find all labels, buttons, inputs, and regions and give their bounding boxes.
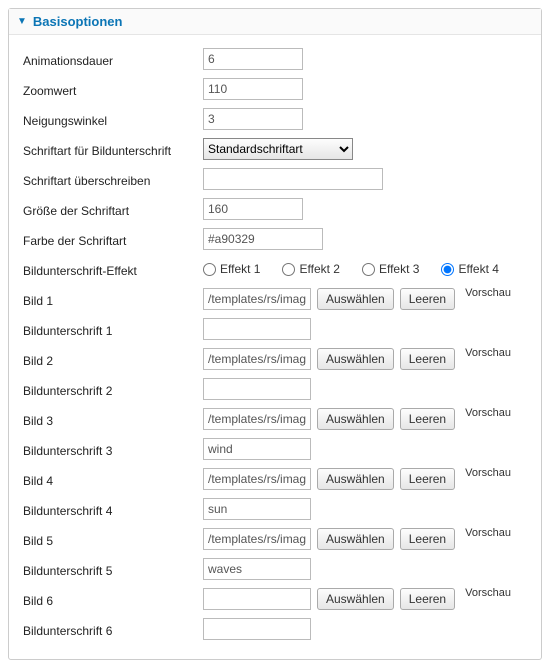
bild1-vorschau-link[interactable]: Vorschau	[465, 287, 511, 299]
label-effekt: Bildunterschrift-Effekt	[23, 261, 203, 278]
bildunterschrift5-input[interactable]	[203, 558, 311, 580]
bild2-auswaehlen-button[interactable]: Auswählen	[317, 348, 394, 370]
bild2-leeren-button[interactable]: Leeren	[400, 348, 455, 370]
label-bild5: Bild 5	[23, 531, 203, 548]
bild1-auswaehlen-button[interactable]: Auswählen	[317, 288, 394, 310]
effekt-radio-2[interactable]: Effekt 2	[282, 262, 339, 276]
bild5-auswaehlen-button[interactable]: Auswählen	[317, 528, 394, 550]
bild6-input[interactable]	[203, 588, 311, 610]
label-bild1: Bild 1	[23, 291, 203, 308]
bildunterschrift3-input[interactable]	[203, 438, 311, 460]
effekt-radio-1[interactable]: Effekt 1	[203, 262, 260, 276]
label-bild3: Bild 3	[23, 411, 203, 428]
label-bildunterschrift3: Bildunterschrift 3	[23, 441, 203, 458]
label-groesse-schriftart: Größe der Schriftart	[23, 201, 203, 218]
effekt-radio-3-input[interactable]	[362, 263, 375, 276]
bild5-input[interactable]	[203, 528, 311, 550]
panel-title: Basisoptionen	[33, 14, 123, 29]
label-bildunterschrift4: Bildunterschrift 4	[23, 501, 203, 518]
effekt-radio-4-input[interactable]	[441, 263, 454, 276]
zoomwert-input[interactable]	[203, 78, 303, 100]
collapse-icon: ▼	[17, 16, 27, 27]
label-bildunterschrift1: Bildunterschrift 1	[23, 321, 203, 338]
panel-body: Animationsdauer Zoomwert Neigungswinkel …	[9, 35, 541, 659]
bild6-auswaehlen-button[interactable]: Auswählen	[317, 588, 394, 610]
bild1-input[interactable]	[203, 288, 311, 310]
effekt-radio-3[interactable]: Effekt 3	[362, 262, 419, 276]
bild3-input[interactable]	[203, 408, 311, 430]
bildunterschrift2-input[interactable]	[203, 378, 311, 400]
label-farbe-schriftart: Farbe der Schriftart	[23, 231, 203, 248]
bildunterschrift6-input[interactable]	[203, 618, 311, 640]
bild3-auswaehlen-button[interactable]: Auswählen	[317, 408, 394, 430]
bild4-input[interactable]	[203, 468, 311, 490]
panel-header[interactable]: ▼ Basisoptionen	[9, 9, 541, 35]
label-bild2: Bild 2	[23, 351, 203, 368]
bild5-leeren-button[interactable]: Leeren	[400, 528, 455, 550]
bild3-vorschau-link[interactable]: Vorschau	[465, 407, 511, 419]
bildunterschrift4-input[interactable]	[203, 498, 311, 520]
neigungswinkel-input[interactable]	[203, 108, 303, 130]
label-bildunterschrift5: Bildunterschrift 5	[23, 561, 203, 578]
bild1-leeren-button[interactable]: Leeren	[400, 288, 455, 310]
bild2-input[interactable]	[203, 348, 311, 370]
label-bild4: Bild 4	[23, 471, 203, 488]
animationsdauer-input[interactable]	[203, 48, 303, 70]
label-bildunterschrift2: Bildunterschrift 2	[23, 381, 203, 398]
effekt-radio-1-input[interactable]	[203, 263, 216, 276]
bild2-vorschau-link[interactable]: Vorschau	[465, 347, 511, 359]
label-neigungswinkel: Neigungswinkel	[23, 111, 203, 128]
label-zoomwert: Zoomwert	[23, 81, 203, 98]
schriftart-ueberschreiben-input[interactable]	[203, 168, 383, 190]
label-animationsdauer: Animationsdauer	[23, 51, 203, 68]
bild4-vorschau-link[interactable]: Vorschau	[465, 467, 511, 479]
basisoptionen-panel: ▼ Basisoptionen Animationsdauer Zoomwert…	[8, 8, 542, 660]
effekt-radio-4[interactable]: Effekt 4	[441, 262, 498, 276]
label-bildunterschrift6: Bildunterschrift 6	[23, 621, 203, 638]
bild4-leeren-button[interactable]: Leeren	[400, 468, 455, 490]
label-schriftart-ueberschreiben: Schriftart überschreiben	[23, 171, 203, 188]
farbe-schriftart-input[interactable]	[203, 228, 323, 250]
bild6-vorschau-link[interactable]: Vorschau	[465, 587, 511, 599]
effekt-radio-2-input[interactable]	[282, 263, 295, 276]
label-schriftart-bildunterschrift: Schriftart für Bildunterschrift	[23, 141, 203, 158]
bild5-vorschau-link[interactable]: Vorschau	[465, 527, 511, 539]
bild3-leeren-button[interactable]: Leeren	[400, 408, 455, 430]
bild4-auswaehlen-button[interactable]: Auswählen	[317, 468, 394, 490]
bildunterschrift1-input[interactable]	[203, 318, 311, 340]
schriftart-select[interactable]: Standardschriftart	[203, 138, 353, 160]
groesse-schriftart-input[interactable]	[203, 198, 303, 220]
bild6-leeren-button[interactable]: Leeren	[400, 588, 455, 610]
